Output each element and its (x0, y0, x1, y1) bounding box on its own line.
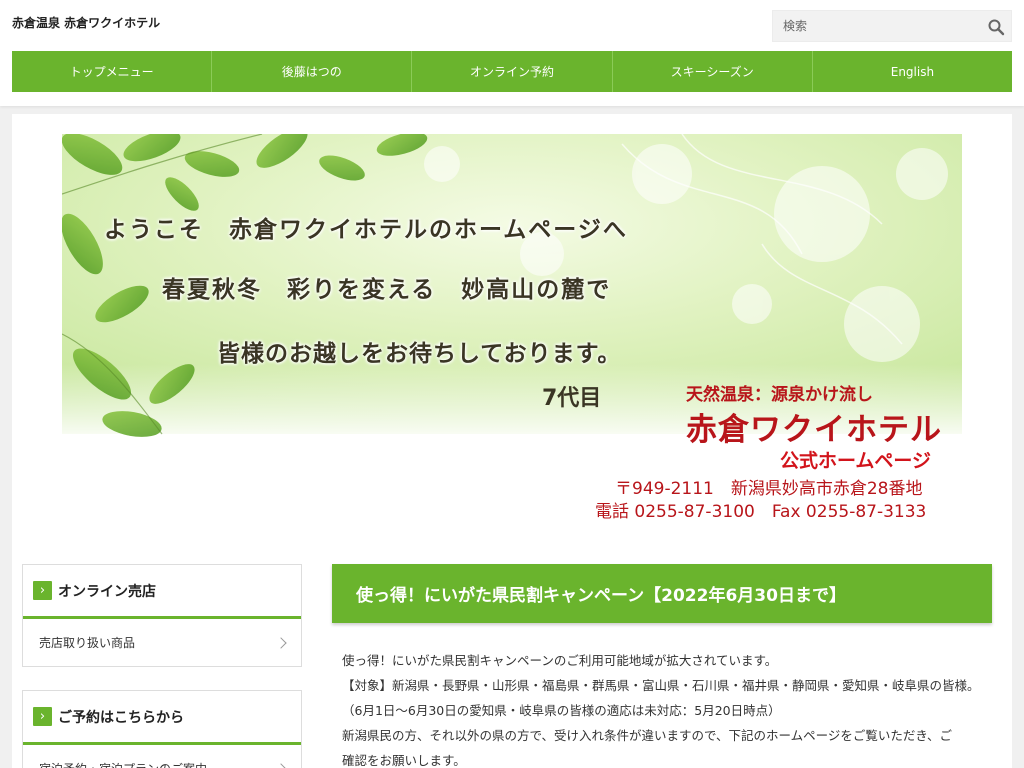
post-paragraph: 【対象】新潟県・長野県・山形県・福島県・群馬県・富山県・石川県・福井県・静岡県・… (342, 678, 980, 693)
nav-item-goto-hatsuno[interactable]: 後藤はつの (212, 51, 413, 92)
hero-phone: 電話 0255-87-3100 Fax 0255-87-3133 (595, 502, 927, 522)
main-content: ようこそ 赤倉ワクイホテルのホームページへ 春夏秋冬 彩りを変える 妙高山の麓で… (12, 114, 1012, 768)
hero-seasons-line: 春夏秋冬 彩りを変える 妙高山の麓で (162, 277, 612, 303)
hero-onsen-tagline: 天然温泉：源泉かけ流し (686, 385, 873, 405)
nav-item-top-menu[interactable]: トップメニュー (12, 51, 213, 92)
widget-link-label: 宿泊予約・宿泊プランのご案内 (39, 760, 207, 768)
widget-link-label: 売店取り扱い商品 (39, 636, 136, 650)
post-paragraph: 確認をお願いします。 (342, 753, 466, 768)
widget-header: › ご予約はこちらから (23, 691, 301, 745)
sidebar-widget-online-shop: › オンライン売店 売店取り扱い商品 (22, 564, 302, 667)
post-body: 使っ得！にいがた県民割キャンペーンのご利用可能地域が拡大されています。 【対象】… (342, 648, 992, 768)
search-box (772, 10, 1012, 42)
hero-hotel-name: 赤倉ワクイホテル (686, 412, 942, 448)
search-input[interactable] (773, 11, 978, 41)
widget-link-shop-items[interactable]: 売店取り扱い商品 (23, 619, 301, 666)
global-nav: トップメニュー 後藤はつの オンライン予約 スキーシーズン English (12, 51, 1012, 92)
nav-item-english[interactable]: English (813, 51, 1012, 92)
post-paragraph: 使っ得！にいがた県民割キャンペーンのご利用可能地域が拡大されています。 (342, 653, 778, 668)
post-title-box: 使っ得！にいがた県民割キャンペーン【2022年6月30日まで】 (332, 564, 992, 623)
nav-item-ski-season[interactable]: スキーシーズン (613, 51, 813, 92)
hero-generation: 7代目 (542, 386, 602, 411)
hero-welcome-line: ようこそ 赤倉ワクイホテルのホームページへ (104, 217, 628, 243)
hero-banner: ようこそ 赤倉ワクイホテルのホームページへ 春夏秋冬 彩りを変える 妙高山の麓で… (62, 134, 962, 524)
chevron-right-icon: › (33, 707, 52, 726)
hero-address: 〒949-2111 新潟県妙高市赤倉28番地 (615, 479, 923, 499)
hero-greeting-line: 皆様のお越しをお待ちしております。 (217, 341, 622, 367)
post-paragraph: （6月1日～6月30日の愛知県・岐阜県の皆様の適応は未対応：5月20日時点） (342, 703, 781, 718)
post-paragraph: 新潟県民の方、それ以外の県の方で、受け入れ条件が違いますので、下記のホームページ… (342, 728, 953, 743)
chevron-right-icon (275, 762, 287, 768)
chevron-right-icon (275, 636, 287, 649)
site-header: 赤倉温泉 赤倉ワクイホテル トップメニュー 後藤はつの オンライン予約 スキーシ… (0, 0, 1024, 106)
widget-title: オンライン売店 (58, 583, 156, 600)
post-title[interactable]: 使っ得！にいがた県民割キャンペーン【2022年6月30日まで】 (356, 581, 846, 606)
hero-official-label: 公式ホームページ (780, 450, 932, 472)
chevron-right-icon: › (33, 581, 52, 600)
widget-header: › オンライン売店 (23, 565, 301, 619)
nav-item-online-reservation[interactable]: オンライン予約 (412, 51, 613, 92)
site-title[interactable]: 赤倉温泉 赤倉ワクイホテル (12, 14, 160, 31)
widget-title: ご予約はこちらから (58, 709, 184, 726)
widget-link-reservation-plans[interactable]: 宿泊予約・宿泊プランのご案内 (23, 745, 301, 768)
sidebar-widget-reservation: › ご予約はこちらから 宿泊予約・宿泊プランのご案内 (22, 690, 302, 768)
search-icon[interactable] (987, 18, 1005, 36)
